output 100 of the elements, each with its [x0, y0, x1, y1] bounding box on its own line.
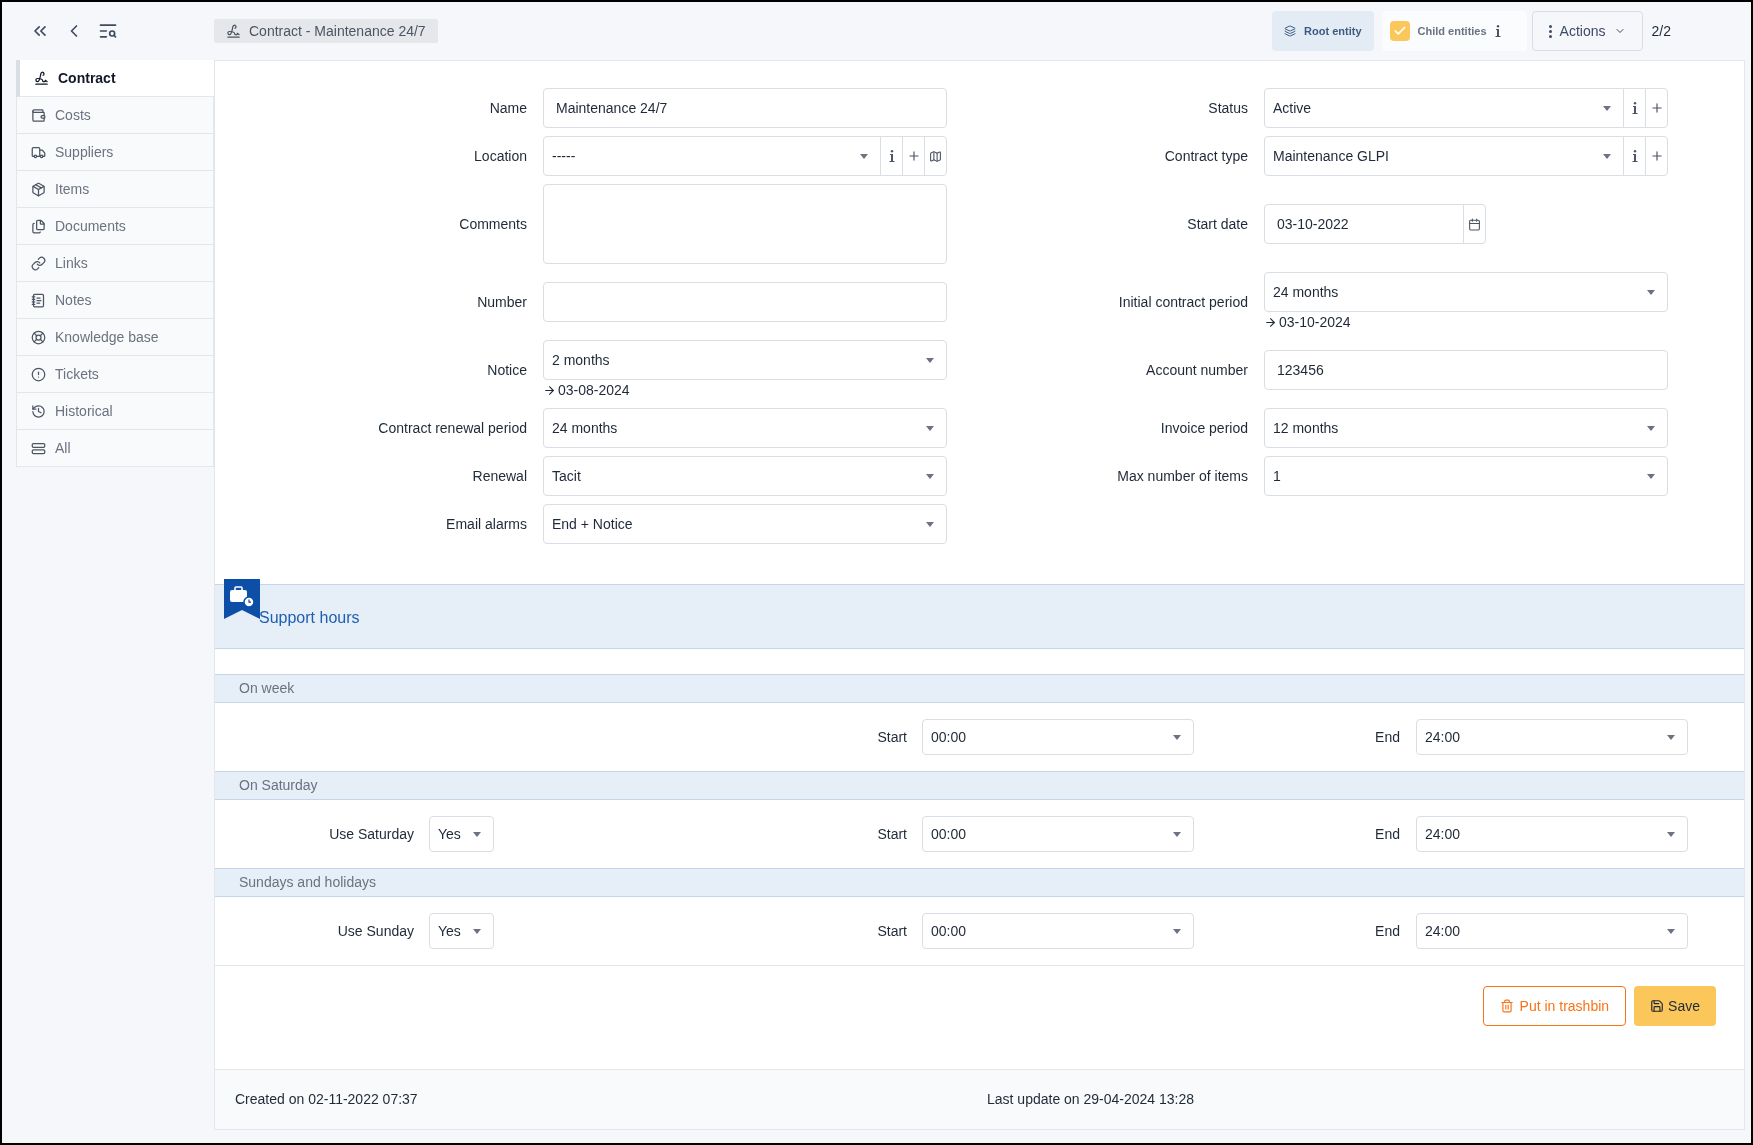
pager: 2/2 [1651, 21, 1671, 41]
due-date: 03-10-2024 [1279, 312, 1351, 332]
sidebar-item[interactable]: Notes [16, 282, 214, 319]
select-field[interactable]: 00:00 [922, 913, 1194, 949]
sidebar-item[interactable]: Costs [16, 97, 214, 134]
select-field[interactable]: 24:00 [1416, 816, 1688, 852]
select-field[interactable]: 12 months [1264, 408, 1668, 448]
arrow-right-icon [1264, 315, 1277, 329]
caret-icon [1603, 105, 1611, 111]
actions-button[interactable]: Actions [1531, 11, 1643, 51]
map-icon[interactable] [929, 149, 942, 163]
save-button[interactable]: Save [1634, 986, 1716, 1026]
layers-icon [1284, 25, 1297, 37]
sidebar-item[interactable]: Items [16, 171, 214, 208]
field-label: Account number [1145, 360, 1249, 380]
caret-icon [926, 425, 934, 431]
caret-icon [926, 521, 934, 527]
briefcase-bookmark-icon [224, 579, 260, 619]
field-label: Start [876, 727, 908, 747]
caret-icon [1173, 928, 1181, 934]
select-field[interactable]: 24:00 [1416, 719, 1688, 755]
select-field[interactable]: Yes [429, 816, 494, 852]
select-field[interactable]: Tacit [543, 456, 947, 496]
root-entity-button[interactable]: Root entity [1272, 11, 1374, 51]
text-field[interactable]: Maintenance 24/7 [543, 88, 947, 128]
caret-icon [860, 153, 868, 159]
sidebar-item[interactable]: Documents [16, 208, 214, 245]
sidebar-item[interactable]: Contract [16, 60, 214, 97]
checkbox[interactable] [1389, 21, 1410, 41]
files-icon [31, 218, 46, 234]
truck-icon [31, 144, 46, 160]
comments-field[interactable] [543, 184, 947, 264]
select-field[interactable]: 24 months [1264, 272, 1668, 312]
field-label: Start [876, 921, 908, 941]
caret-icon [1667, 734, 1675, 740]
section-title: Support hours [259, 608, 360, 628]
field-label: Notice [486, 360, 528, 380]
field-label: Contract renewal period [377, 418, 528, 438]
checkbox-label: Child entities [1417, 23, 1487, 39]
field-label: Max number of items [1116, 466, 1249, 486]
wallet-icon [31, 107, 46, 123]
select-field[interactable]: Yes [429, 913, 494, 949]
caret-icon [1173, 831, 1181, 837]
signature-icon [34, 70, 49, 86]
field-label: Status [1207, 98, 1249, 118]
calendar-icon[interactable] [1468, 217, 1481, 231]
info-icon [1494, 25, 1501, 37]
field-label: Use Sunday [336, 921, 415, 941]
field-label: Use Saturday [328, 824, 415, 844]
history-icon [31, 403, 46, 419]
field-label: Comments [458, 214, 528, 234]
plus-icon[interactable] [906, 149, 921, 163]
sidebar-item[interactable]: Suppliers [16, 134, 214, 171]
field-label: Initial contract period [1117, 292, 1249, 312]
select-field[interactable]: 2 months [543, 340, 947, 380]
search-list-icon[interactable] [98, 21, 118, 41]
select-field[interactable]: End + Notice [543, 504, 947, 544]
field-label: End [1374, 921, 1401, 941]
sidebar-item[interactable]: Links [16, 245, 214, 282]
field-label: Email alarms [445, 514, 528, 534]
subsection-title: On week [239, 679, 295, 698]
caret-icon [473, 928, 481, 934]
text-field[interactable] [543, 282, 947, 322]
field-label: Renewal [471, 466, 528, 486]
caret-icon [926, 357, 934, 363]
select-field[interactable]: 24 months [543, 408, 947, 448]
sidebar-item[interactable]: Knowledge base [16, 319, 214, 356]
select-field[interactable]: 24:00 [1416, 913, 1688, 949]
caret-icon [1647, 425, 1655, 431]
field-label: Invoice period [1159, 418, 1249, 438]
text-field[interactable]: 123456 [1264, 350, 1668, 390]
field-label: Start [876, 824, 908, 844]
caret-icon [473, 831, 481, 837]
trash-icon [1499, 999, 1514, 1013]
caret-icon [1173, 734, 1181, 740]
select-field[interactable]: 00:00 [922, 719, 1194, 755]
select-field[interactable]: 00:00 [922, 816, 1194, 852]
date-field[interactable]: 03-10-2022 [1264, 204, 1486, 244]
select-field[interactable]: ----- [543, 136, 947, 176]
plus-icon[interactable] [1649, 149, 1664, 163]
sidebar-item[interactable]: All [16, 430, 214, 467]
signature-icon [226, 23, 241, 39]
field-label: Start date [1186, 214, 1249, 234]
field-label: Location [473, 146, 528, 166]
plus-icon[interactable] [1649, 101, 1664, 115]
info-icon [1631, 150, 1638, 162]
select-field[interactable]: 1 [1264, 456, 1668, 496]
sidebar-item[interactable]: Historical [16, 393, 214, 430]
caret-icon [1647, 473, 1655, 479]
caret-icon [1647, 289, 1655, 295]
breadcrumb: Contract - Maintenance 24/7 [214, 19, 438, 43]
sidebar-item[interactable]: Tickets [16, 356, 214, 393]
caret-icon [1667, 831, 1675, 837]
subsection-title: Sundays and holidays [239, 873, 376, 892]
select-field[interactable]: Maintenance GLPI [1264, 136, 1668, 176]
alert-icon [31, 366, 46, 382]
arrow-right-icon [543, 383, 556, 397]
select-field[interactable]: Active [1264, 88, 1668, 128]
check-icon [1392, 24, 1407, 38]
created-date: Created on 02-11-2022 07:37 [235, 1090, 419, 1109]
